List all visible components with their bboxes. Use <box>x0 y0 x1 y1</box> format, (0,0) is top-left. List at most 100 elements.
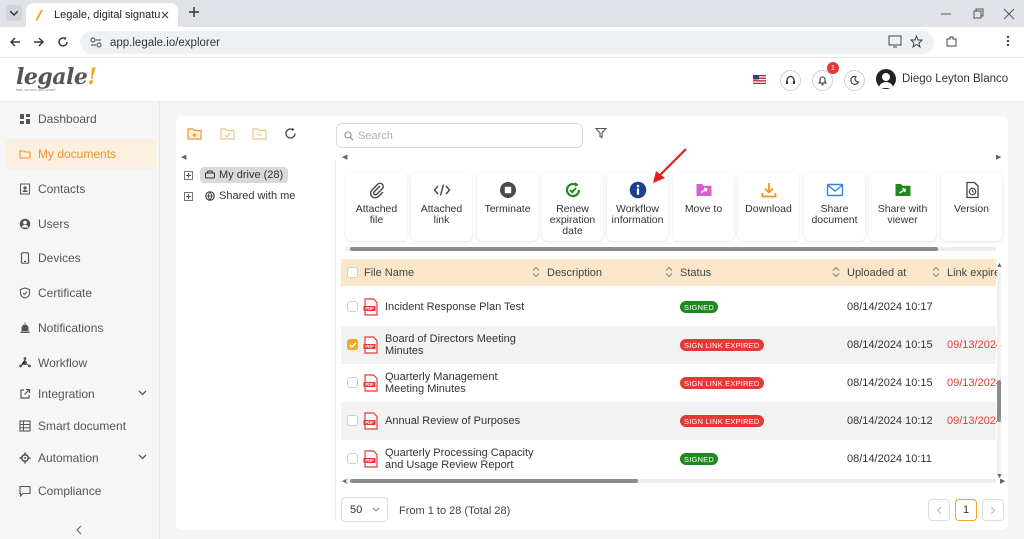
sidebar-item-workflow[interactable]: Workflow <box>6 348 157 378</box>
table-row[interactable]: PDF Quarterly Processing Capacity and Us… <box>341 440 996 478</box>
page-number-button[interactable]: 1 <box>955 499 977 521</box>
link-expire: 09/13/2024 <box>947 339 1003 351</box>
sidebar-item-devices[interactable]: Devices <box>6 243 157 273</box>
folder-check-icon[interactable] <box>220 127 235 140</box>
search-field[interactable]: Search <box>336 123 583 148</box>
page-size-select[interactable]: 50 <box>341 497 388 522</box>
browser-tab[interactable]: Legale, digital signature <box>26 3 178 27</box>
restore-icon[interactable] <box>972 8 984 20</box>
expand-icon[interactable] <box>184 170 193 180</box>
tree-item-shared-with-me[interactable]: Shared with me <box>184 188 300 204</box>
forward-arrow-icon[interactable] <box>33 36 45 48</box>
gear-icon <box>19 452 31 464</box>
browser-menu-icon[interactable] <box>1006 35 1010 47</box>
select-all-checkbox[interactable] <box>347 267 358 278</box>
column-description[interactable]: Description <box>547 267 602 279</box>
file-name[interactable]: Board of Directors Meeting Minutes <box>385 326 555 364</box>
table-vertical-scrollbar[interactable] <box>996 270 1002 478</box>
share-document-button[interactable]: Share document <box>804 172 865 241</box>
collapse-sidebar-icon[interactable] <box>75 525 83 535</box>
scroll-up-arrow[interactable]: ▲ <box>996 262 1003 269</box>
table-row[interactable]: PDF Annual Review of Purposes SIGN LINK … <box>341 402 1002 440</box>
new-tab-icon[interactable] <box>188 6 200 18</box>
chevron-down-icon <box>138 454 147 460</box>
column-file-name[interactable]: File Name <box>364 267 414 279</box>
sidebar-item-smart-document[interactable]: Smart document <box>6 411 157 441</box>
filter-icon[interactable] <box>595 127 607 139</box>
folder-remove-icon[interactable] <box>252 127 267 140</box>
sidebar-item-compliance[interactable]: Compliance <box>6 476 157 506</box>
cast-icon[interactable] <box>888 35 902 48</box>
sort-icon[interactable] <box>665 266 673 278</box>
file-name[interactable]: Quarterly Management Meeting Minutes <box>385 364 535 402</box>
sidebar-item-my-documents[interactable]: My documents <box>6 139 157 169</box>
table-row[interactable]: PDF Board of Directors Meeting Minutes S… <box>341 326 1002 364</box>
action-label: Terminate <box>484 203 531 215</box>
sidebar-item-integration[interactable]: Integration <box>6 379 157 409</box>
version-button[interactable]: Version <box>941 172 1002 241</box>
minimize-icon[interactable] <box>940 8 952 20</box>
scroll-left-arrow[interactable]: ◀ <box>181 153 186 161</box>
attached-file-button[interactable]: Attached file <box>346 172 407 241</box>
us-flag-icon[interactable] <box>753 75 766 84</box>
back-arrow-icon[interactable] <box>9 36 21 48</box>
table-row[interactable]: PDF Quarterly Management Meeting Minutes… <box>341 364 1002 402</box>
site-settings-icon[interactable] <box>90 37 102 48</box>
actions-horizontal-scrollbar[interactable] <box>346 247 996 251</box>
close-window-icon[interactable] <box>1003 8 1015 20</box>
scroll-right-arrow[interactable]: ▶ <box>996 153 1001 161</box>
download-button[interactable]: Download <box>738 172 799 241</box>
terminate-button[interactable]: Terminate <box>477 172 538 241</box>
tab-search-button[interactable] <box>6 5 22 21</box>
sidebar-item-dashboard[interactable]: Dashboard <box>6 104 157 134</box>
scroll-left-arrow[interactable]: ◀ <box>342 153 347 161</box>
renew-expiration-date-button[interactable]: Renew expiration date <box>542 172 603 241</box>
row-checkbox[interactable] <box>347 377 358 388</box>
row-checkbox[interactable] <box>347 301 358 312</box>
pdf-file-icon: PDF <box>363 374 378 392</box>
tree-item-my-drive[interactable]: My drive (28) <box>184 167 289 183</box>
action-label: Move to <box>684 203 723 215</box>
file-name[interactable]: Incident Response Plan Test <box>385 288 545 326</box>
status-badge: SIGN LINK EXPIRED <box>680 377 764 389</box>
new-folder-icon[interactable] <box>187 127 202 140</box>
table-horizontal-scrollbar[interactable] <box>346 479 996 483</box>
column-link-expire[interactable]: Link expire <box>947 267 1000 279</box>
sort-icon[interactable] <box>932 266 940 278</box>
row-checkbox[interactable] <box>347 415 358 426</box>
sidebar-item-certificate[interactable]: Certificate <box>6 278 157 308</box>
support-button[interactable] <box>780 70 801 91</box>
sort-icon[interactable] <box>832 266 840 278</box>
close-icon[interactable] <box>160 10 170 20</box>
attached-link-button[interactable]: Attached link <box>411 172 472 241</box>
svg-text:PDF: PDF <box>365 458 374 463</box>
scroll-right-arrow[interactable]: ▶ <box>1000 477 1005 485</box>
url-field[interactable]: app.legale.io/explorer <box>80 31 934 54</box>
legale-logo[interactable]: legale! fast, secure and smart <box>16 64 97 92</box>
row-checkbox[interactable] <box>347 339 358 350</box>
sidebar-item-notifications[interactable]: Notifications <box>6 313 157 343</box>
share-with-viewer-button[interactable]: Share with viewer <box>869 172 936 241</box>
extensions-icon[interactable] <box>945 35 958 48</box>
bookmark-star-icon[interactable] <box>910 35 923 48</box>
theme-toggle-button[interactable] <box>844 70 865 91</box>
file-name[interactable]: Annual Review of Purposes <box>385 402 545 440</box>
sidebar-item-users[interactable]: Users <box>6 209 157 239</box>
sidebar-item-contacts[interactable]: Contacts <box>6 174 157 204</box>
reload-icon[interactable] <box>57 36 69 48</box>
expand-icon[interactable] <box>184 191 193 201</box>
sidebar-item-automation[interactable]: Automation <box>6 443 157 473</box>
file-name[interactable]: Quarterly Processing Capacity and Usage … <box>385 440 545 478</box>
row-checkbox[interactable] <box>347 453 358 464</box>
user-avatar[interactable] <box>876 69 896 89</box>
next-page-button[interactable] <box>982 499 1004 521</box>
column-status[interactable]: Status <box>680 267 711 279</box>
user-name[interactable]: Diego Leyton Blanco <box>902 73 1008 85</box>
globe-icon <box>205 191 215 201</box>
refresh-icon[interactable] <box>284 127 297 140</box>
sort-icon[interactable] <box>532 266 540 278</box>
column-uploaded-at[interactable]: Uploaded at <box>847 267 906 279</box>
pdf-file-icon: PDF <box>363 412 378 430</box>
table-row[interactable]: PDF Incident Response Plan Test SIGNED 0… <box>341 288 996 326</box>
previous-page-button[interactable] <box>928 499 950 521</box>
